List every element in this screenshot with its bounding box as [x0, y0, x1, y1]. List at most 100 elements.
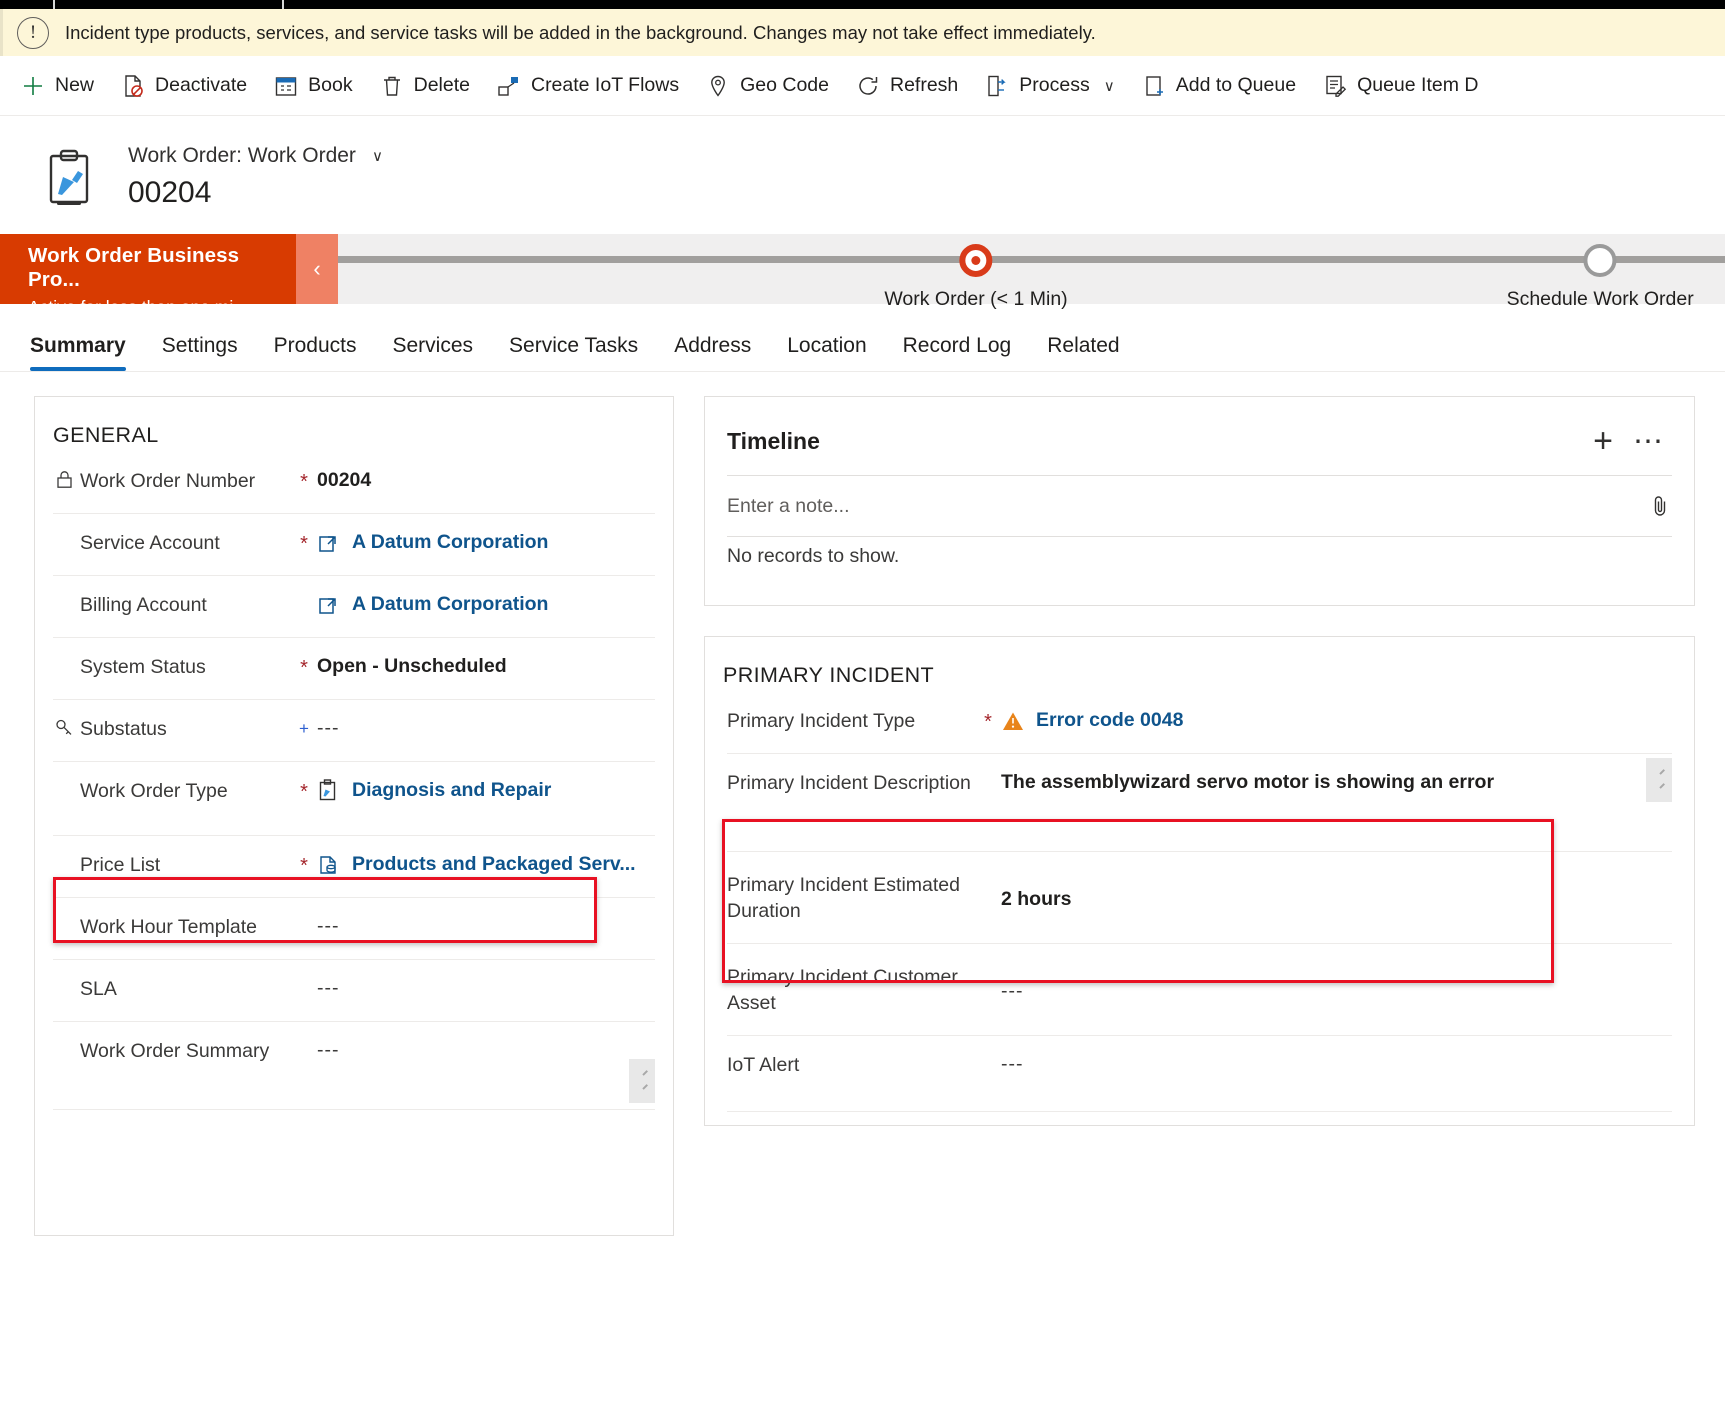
bpf-step-schedule-work-order[interactable]: Schedule Work Order — [1507, 244, 1694, 311]
bpf-pending-node-icon — [1583, 244, 1617, 277]
work-order-type-link[interactable]: Diagnosis and Repair — [352, 779, 551, 802]
price-list-link[interactable]: Products and Packaged Serv... — [352, 853, 636, 876]
general-section-card: GENERAL Work Order Number * 00204 Servic… — [34, 396, 674, 1236]
required-marker — [291, 592, 317, 596]
field-value-substatus[interactable]: --- — [317, 716, 655, 740]
create-iot-flows-label: Create IoT Flows — [530, 74, 680, 96]
chevron-down-icon[interactable]: ∨ — [1104, 77, 1115, 95]
field-value-billing-account[interactable]: A Datum Corporation — [317, 592, 655, 616]
service-account-link[interactable]: A Datum Corporation — [352, 531, 548, 554]
timeline-card: Timeline + ⋯ Enter a note... No records … — [704, 396, 1695, 606]
delete-label: Delete — [413, 74, 470, 96]
page-title: 00204 — [128, 176, 212, 209]
delete-button[interactable]: Delete — [379, 64, 470, 108]
tab-service-tasks[interactable]: Service Tasks — [509, 334, 638, 371]
field-label: Work Order Summary — [80, 1040, 270, 1062]
chevron-down-icon[interactable]: ∨ — [372, 147, 383, 165]
refresh-button[interactable]: Refresh — [855, 64, 958, 108]
timeline-more-button[interactable]: ⋯ — [1626, 421, 1672, 461]
work-order-type-icon — [317, 779, 343, 802]
required-marker — [975, 897, 1001, 901]
new-button[interactable]: New — [20, 64, 94, 108]
geo-code-button[interactable]: Geo Code — [705, 64, 829, 108]
timeline-header: Timeline + ⋯ — [705, 397, 1694, 461]
map-pin-icon — [705, 73, 731, 99]
required-marker: * — [300, 781, 308, 803]
field-row-price-list: Price List * Products and Packaged Serv.… — [53, 836, 655, 898]
bpf-track: Work Order (< 1 Min) Schedule Work Order — [338, 234, 1725, 310]
primary-incident-card: PRIMARY INCIDENT Primary Incident Type *… — [704, 636, 1695, 1126]
entity-breadcrumb[interactable]: Work Order: Work Order ∨ — [128, 144, 383, 168]
bpf-step-label: Work Order (< 1 Min) — [884, 288, 1068, 310]
field-value-system-status[interactable]: Open - Unscheduled — [317, 654, 655, 678]
create-iot-flows-button[interactable]: Create IoT Flows — [496, 64, 679, 108]
bpf-stage-name: Work Order Business Pro... — [28, 244, 240, 291]
field-value-primary-incident-type[interactable]: Error code 0048 — [1001, 708, 1672, 732]
field-row-work-order-type: Work Order Type * Diagnosis and Repair — [53, 762, 655, 836]
primary-incident-type-link[interactable]: Error code 0048 — [1036, 709, 1183, 732]
tab-summary[interactable]: Summary — [30, 334, 126, 371]
deactivate-label: Deactivate — [155, 74, 248, 96]
timeline-note-row[interactable]: Enter a note... — [705, 476, 1694, 536]
general-section-title: GENERAL — [53, 423, 159, 447]
tab-products[interactable]: Products — [274, 334, 357, 371]
field-value-work-order-number[interactable]: 00204 — [317, 468, 655, 492]
tab-address[interactable]: Address — [674, 334, 751, 371]
field-value-work-order-summary[interactable]: --- — [317, 1038, 655, 1062]
refresh-label: Refresh — [890, 74, 959, 96]
field-label: Billing Account — [80, 594, 207, 616]
refresh-icon — [855, 73, 881, 99]
field-value-service-account[interactable]: A Datum Corporation — [317, 530, 655, 554]
ellipsis-icon: ⋯ — [1633, 424, 1665, 458]
queue-item-details-button[interactable]: Queue Item D — [1322, 64, 1478, 108]
tab-location[interactable]: Location — [787, 334, 866, 371]
add-to-queue-label: Add to Queue — [1175, 74, 1297, 96]
bpf-active-node-icon — [959, 244, 993, 277]
entity-label: Work Order: Work Order — [128, 144, 356, 167]
add-to-queue-button[interactable]: Add to Queue — [1141, 64, 1296, 108]
resize-handle[interactable] — [629, 1059, 655, 1103]
resize-handle[interactable] — [1646, 758, 1672, 802]
form-body: GENERAL Work Order Number * 00204 Servic… — [0, 372, 1725, 1236]
field-row-primary-incident-type: Primary Incident Type * Error code 0048 — [727, 692, 1672, 754]
field-row-sla: SLA --- — [53, 960, 655, 1022]
tab-services[interactable]: Services — [392, 334, 473, 371]
process-button[interactable]: Process ∨ — [984, 64, 1115, 108]
field-label: Work Order Type — [80, 780, 228, 802]
field-row-primary-incident-estimated-duration: Primary Incident Estimated Duration 2 ho… — [727, 852, 1672, 944]
field-value-work-order-type[interactable]: Diagnosis and Repair — [317, 778, 655, 802]
paperclip-icon[interactable] — [1648, 494, 1672, 518]
timeline-add-button[interactable]: + — [1580, 421, 1626, 461]
field-label: SLA — [80, 978, 117, 1000]
field-row-work-order-number: Work Order Number * 00204 — [53, 452, 655, 514]
billing-account-link[interactable]: A Datum Corporation — [352, 593, 548, 616]
bpf-step-work-order[interactable]: Work Order (< 1 Min) — [884, 244, 1068, 311]
bpf-stage-header[interactable]: Work Order Business Pro... Active for le… — [0, 234, 296, 317]
field-value-iot-alert[interactable]: --- — [1001, 1052, 1672, 1076]
tab-related[interactable]: Related — [1047, 334, 1119, 371]
bpf-collapse-button[interactable]: ‹ — [296, 234, 338, 304]
browser-chrome-strip — [0, 0, 1725, 9]
field-label: Primary Incident Estimated Duration — [727, 874, 961, 922]
bpf-stage-status: Active for less than one mi... — [28, 297, 248, 317]
book-button[interactable]: Book — [273, 64, 353, 108]
tab-settings[interactable]: Settings — [162, 334, 238, 371]
field-value-work-hour-template[interactable]: --- — [317, 914, 655, 938]
field-value-primary-incident-estimated-duration[interactable]: 2 hours — [1001, 887, 1672, 911]
required-marker: * — [300, 533, 308, 555]
business-process-flow: Work Order Business Pro... Active for le… — [0, 234, 1725, 317]
chevron-left-icon: ‹ — [313, 256, 321, 281]
field-label: Primary Incident Type — [727, 710, 916, 732]
required-marker: * — [984, 711, 992, 733]
required-marker — [975, 989, 1001, 993]
tab-record-log[interactable]: Record Log — [903, 334, 1012, 371]
key-icon — [53, 718, 75, 737]
field-value-primary-incident-description[interactable]: The assemblywizard servo motor is showin… — [1001, 770, 1672, 794]
deactivate-button[interactable]: Deactivate — [120, 64, 247, 108]
field-value-price-list[interactable]: Products and Packaged Serv... — [317, 852, 655, 876]
field-value-sla[interactable]: --- — [317, 976, 655, 1000]
primary-incident-title: PRIMARY INCIDENT — [723, 663, 935, 687]
field-value-primary-incident-customer-asset[interactable]: --- — [1001, 979, 1672, 1003]
required-marker — [291, 1038, 317, 1042]
note-placeholder[interactable]: Enter a note... — [727, 495, 1648, 518]
